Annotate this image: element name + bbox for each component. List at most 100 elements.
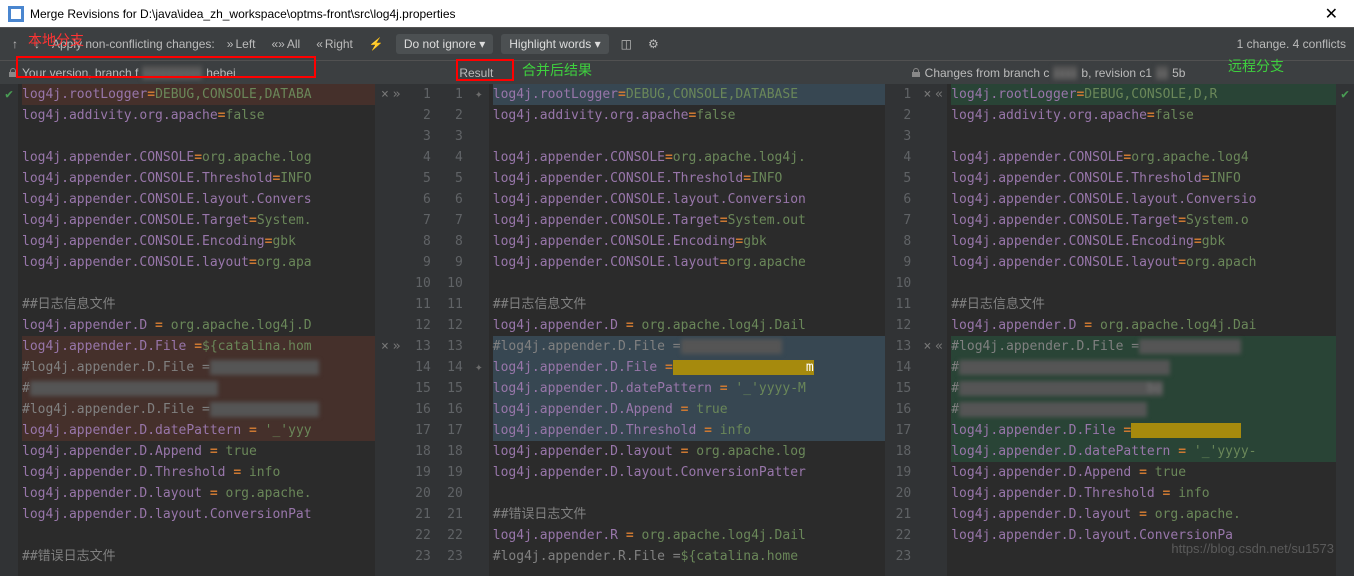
code-line[interactable]: log4j.appender.CONSOLE.layout=org.apa [22, 252, 375, 273]
mid-line-numbers: 1234567891011121314151617181920212223 [437, 84, 469, 576]
code-line[interactable]: log4j.appender.R = org.apache.log4j.Dail [493, 525, 885, 546]
middle-pane: 1234567891011121314151617181920212223 ✦✦… [437, 84, 917, 576]
layout-icon[interactable]: ◫ [617, 35, 636, 53]
code-line[interactable]: log4j.appender.D.layout.ConversionPat [22, 504, 375, 525]
apply-right-button[interactable]: « Right [312, 35, 357, 53]
apply-label: Apply non-conflicting changes: [52, 37, 215, 51]
mid-magic-gutter[interactable]: ✦✦ [469, 84, 489, 576]
code-line[interactable]: log4j.appender.D = org.apache.log4j.Dail [493, 315, 885, 336]
code-line[interactable] [22, 273, 375, 294]
code-line[interactable]: # [951, 357, 1336, 378]
apply-left-button[interactable]: » Left [223, 35, 260, 53]
code-line[interactable]: log4j.appender.D.datePattern = '_'yyyy-M [493, 378, 885, 399]
code-line[interactable]: log4j.appender.CONSOLE.Encoding=gbk [22, 231, 375, 252]
code-line[interactable]: log4j.appender.CONSOLE.Encoding=gbk [951, 231, 1336, 252]
annotation-box [456, 59, 514, 81]
app-icon [8, 6, 24, 22]
mid-code[interactable]: log4j.rootLogger=DEBUG,CONSOLE,DATABASEl… [489, 84, 885, 576]
code-line[interactable]: log4j.rootLogger=DEBUG,CONSOLE,DATABASE [493, 84, 885, 105]
code-line[interactable]: log4j.appender.CONSOLE.layout.Conversio [951, 189, 1336, 210]
highlight-dropdown[interactable]: Highlight words ▾ [501, 34, 608, 54]
code-line[interactable]: log4j.appender.D.File = [951, 420, 1336, 441]
code-line[interactable] [951, 273, 1336, 294]
code-line[interactable]: log4j.appender.D.Threshold = info [951, 483, 1336, 504]
settings-gear-icon[interactable]: ⚙ [644, 35, 663, 53]
code-line[interactable]: log4j.appender.CONSOLE.Target=System.o [951, 210, 1336, 231]
code-line[interactable]: log4j.appender.D = org.apache.log4j.D [22, 315, 375, 336]
code-line[interactable]: ##日志信息文件 [22, 294, 375, 315]
code-line[interactable]: log4j.addivity.org.apache=false [493, 105, 885, 126]
code-line[interactable]: log4j.appender.D.datePattern = '_'yyyy- [951, 441, 1336, 462]
apply-all-button[interactable]: «» All [267, 35, 304, 53]
code-line[interactable]: log4j.appender.CONSOLE.Target=System.out [493, 210, 885, 231]
ignore-dropdown[interactable]: Do not ignore ▾ [396, 34, 493, 54]
code-line[interactable]: log4j.appender.CONSOLE=org.apache.log [22, 147, 375, 168]
code-line[interactable]: log4j.appender.CONSOLE=org.apache.log4j. [493, 147, 885, 168]
left-line-numbers: 1234567891011121314151617181920212223 [405, 84, 437, 576]
code-line[interactable]: log4j.appender.CONSOLE.layout=org.apach [951, 252, 1336, 273]
left-code[interactable]: log4j.rootLogger=DEBUG,CONSOLE,DATABAlog… [18, 84, 375, 576]
code-line[interactable]: log4j.appender.D = org.apache.log4j.Dai [951, 315, 1336, 336]
code-line[interactable] [22, 126, 375, 147]
code-line[interactable]: log4j.appender.D.layout.ConversionPatter [493, 462, 885, 483]
code-line[interactable]: ##错误日志文件 [22, 546, 375, 567]
left-action-gutter[interactable]: × »× » [375, 84, 405, 576]
code-line[interactable]: ##日志信息文件 [951, 294, 1336, 315]
code-line[interactable]: #log4j.appender.R.File =${catalina.home [493, 546, 885, 567]
code-line[interactable] [951, 126, 1336, 147]
code-line[interactable]: # [22, 378, 375, 399]
titlebar: Merge Revisions for D:\java\idea_zh_work… [0, 0, 1354, 28]
prev-diff-icon[interactable]: ↑ [8, 35, 22, 53]
close-button[interactable]: ✕ [1317, 4, 1346, 24]
code-line[interactable]: log4j.appender.CONSOLE.layout=org.apache [493, 252, 885, 273]
code-line[interactable] [493, 483, 885, 504]
code-line[interactable]: log4j.appender.D.datePattern = '_'yyy [22, 420, 375, 441]
code-line[interactable]: log4j.appender.CONSOLE=org.apache.log4 [951, 147, 1336, 168]
code-line[interactable]: log4j.appender.D.Append = true [22, 441, 375, 462]
mid-line-numbers-right: 1234567891011121314151617181920212223 [885, 84, 917, 576]
code-line[interactable]: log4j.appender.D.Append = true [951, 462, 1336, 483]
code-line[interactable]: ##日志信息文件 [493, 294, 885, 315]
code-line[interactable]: log4j.addivity.org.apache=false [951, 105, 1336, 126]
code-line[interactable]: # [951, 399, 1336, 420]
code-line[interactable]: log4j.appender.D.File =${catalina.hom [22, 336, 375, 357]
code-line[interactable]: log4j.appender.CONSOLE.Encoding=gbk [493, 231, 885, 252]
right-pane: × «× « log4j.rootLogger=DEBUG,CONSOLE,D,… [917, 84, 1354, 576]
code-line[interactable]: log4j.rootLogger=DEBUG,CONSOLE,D,R [951, 84, 1336, 105]
annotation-box [16, 56, 316, 78]
code-line[interactable]: log4j.appender.CONSOLE.Target=System. [22, 210, 375, 231]
code-line[interactable]: #log4j.appender.D.File = [22, 399, 375, 420]
code-line[interactable]: # bo [951, 378, 1336, 399]
code-line[interactable]: log4j.appender.D.File = m [493, 357, 885, 378]
code-line[interactable]: log4j.rootLogger=DEBUG,CONSOLE,DATABA [22, 84, 375, 105]
right-action-gutter[interactable]: × «× « [917, 84, 947, 576]
accept-gutter[interactable]: ✔ [1336, 84, 1354, 576]
right-code[interactable]: log4j.rootLogger=DEBUG,CONSOLE,D,Rlog4j.… [947, 84, 1336, 576]
code-line[interactable] [22, 525, 375, 546]
code-line[interactable]: log4j.appender.CONSOLE.Threshold=INFO [493, 168, 885, 189]
code-line[interactable] [493, 126, 885, 147]
code-line[interactable]: log4j.appender.D.layout = org.apache.log [493, 441, 885, 462]
code-line[interactable]: log4j.appender.D.layout = org.apache. [22, 483, 375, 504]
code-line[interactable]: #log4j.appender.D.File = [951, 336, 1336, 357]
code-line[interactable]: log4j.appender.D.Threshold = info [22, 462, 375, 483]
code-line[interactable]: log4j.appender.D.layout = org.apache. [951, 504, 1336, 525]
code-line[interactable]: #log4j.appender.D.File = [493, 336, 885, 357]
status-text: 1 change. 4 conflicts [1237, 37, 1346, 51]
code-line[interactable]: log4j.addivity.org.apache=false [22, 105, 375, 126]
magic-wand-icon[interactable]: ⚡ [365, 35, 388, 53]
next-diff-icon[interactable]: ↓ [30, 35, 44, 53]
accept-gutter[interactable]: ✔ [0, 84, 18, 576]
code-line[interactable]: log4j.appender.D.Append = true [493, 399, 885, 420]
lock-icon [911, 68, 921, 78]
code-line[interactable]: log4j.appender.CONSOLE.layout.Convers [22, 189, 375, 210]
code-line[interactable]: ##错误日志文件 [493, 504, 885, 525]
code-line[interactable]: log4j.appender.CONSOLE.Threshold=INFO [22, 168, 375, 189]
code-line[interactable] [493, 273, 885, 294]
code-line[interactable]: #log4j.appender.D.File = [22, 357, 375, 378]
watermark: https://blog.csdn.net/su1573 [1171, 541, 1334, 556]
code-line[interactable]: log4j.appender.CONSOLE.layout.Conversion [493, 189, 885, 210]
right-panel-header: Changes from branch cxxxxb, revision c1x… [903, 61, 1354, 84]
code-line[interactable]: log4j.appender.CONSOLE.Threshold=INFO [951, 168, 1336, 189]
code-line[interactable]: log4j.appender.D.Threshold = info [493, 420, 885, 441]
